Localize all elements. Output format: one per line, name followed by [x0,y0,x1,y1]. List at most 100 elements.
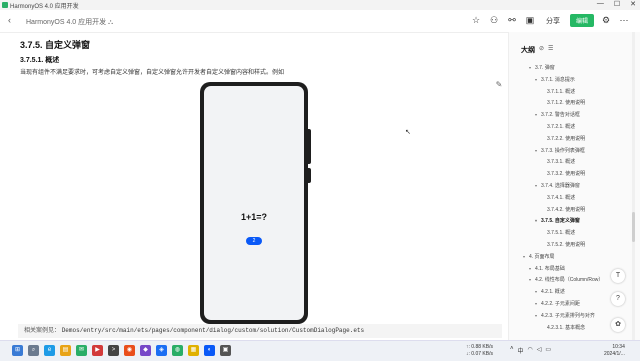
outline-item[interactable]: 3.7.4.1. 概述 [541,194,575,201]
scrollbar[interactable] [632,32,635,350]
outline-item-label: 4.2.3. 子元素排列与对齐 [541,312,595,319]
scrollbar-thumb[interactable] [632,212,635,242]
app-icon [2,2,8,8]
document-title[interactable]: HarmonyOS 4.0 应用开发 ⛬ [26,17,113,27]
dialog-answer-button: 2 [246,237,262,245]
user-icon[interactable]: ⚇ [488,15,500,27]
outline-item-label: 3.7.2.2. 使用说明 [547,135,586,142]
code-reference-path: Demos/entry/src/main/ets/pages/component… [61,327,365,334]
chrome-icon[interactable]: ◉ [124,345,135,356]
outline-item[interactable]: ▾ 4.1. 布局基础 [529,265,565,272]
volume-icon[interactable]: ◁ [537,346,542,355]
phone-side-button [308,168,311,183]
outline-item[interactable]: ▾ 3.7.1. 消息提示 [535,76,575,83]
app-icon[interactable]: ▣ [220,345,231,356]
outline-item[interactable]: 3.7.3.2. 使用说明 [541,170,585,177]
outline-item[interactable]: ▾ 4.2.2. 子元素间距 [535,300,580,307]
system-tray: ˄ 中 ◠ ◁ ▭ [510,346,551,355]
upload-speed: ↑: 0.88 KB/s [466,344,493,350]
outline-item[interactable]: ▾ 3.7.3. 操作列表弹框 [535,147,585,154]
document-content: 3.7.5. 自定义弹窗 3.7.5.1. 概述 当现有组件不满足要求时，可考虑… [0,32,508,350]
outline-item[interactable]: 3.7.2.2. 使用说明 [541,135,585,142]
outline-item[interactable]: 4.2.3.1. 基本概念 [541,324,585,331]
search-icon[interactable]: ⌕ [28,345,39,356]
star-icon[interactable]: ☆ [470,15,482,27]
outline-item-label: 3.7.5.2. 使用说明 [547,242,586,248]
outline-item-label: 3.7.4.1. 概述 [547,194,576,201]
template-icon[interactable]: ▣ [524,15,536,27]
outline-item[interactable]: ▾ 3.7.5. 自定义弹窗 [535,217,580,224]
outline-item[interactable]: 3.7.5.2. 使用说明 [541,241,585,248]
outline-item[interactable]: 3.7.1.1. 概述 [541,88,575,95]
maximize-button[interactable]: ☐ [614,0,620,8]
windows-start-icon[interactable]: ⊞ [12,345,23,356]
outline-item-label: 4.1. 布局基础 [535,265,565,272]
share-button[interactable]: 分享 [542,16,564,26]
taskbar-apps: ⊞ ⌕ e ▤ ✉ ▶ > ◉ ◆ ◈ ◍ ▦ ◐ ▣ [12,345,231,356]
phone-mockup-image: 1+1=? 2 [200,82,308,324]
outline-item[interactable]: ▾ 3.7.4. 选择器弹窗 [535,182,580,189]
wifi-icon[interactable]: ◠ [528,346,533,355]
outline-item-label: 4. 页面布局 [529,253,555,260]
back-arrow-icon[interactable]: ‹ [8,15,11,25]
outline-item-label: 3.7.3.2. 使用说明 [547,171,586,178]
phone-screen: 1+1=? 2 [204,86,304,320]
app-icon[interactable]: ◈ [156,345,167,356]
outline-item[interactable]: ▾ 4. 页面布局 [523,253,555,260]
download-speed: ↓: 0.07 KB/s [466,351,493,357]
file-explorer-icon[interactable]: ▤ [60,345,71,356]
outline-item[interactable]: 3.7.5.1. 概述 [541,229,575,236]
notes-icon[interactable]: ▦ [188,345,199,356]
app-icon[interactable]: ◐ [204,345,215,356]
ide-icon[interactable]: ◆ [140,345,151,356]
outline-item[interactable]: ▾ 3.7. 弹窗 [529,64,555,71]
assistant-icon[interactable]: ✿ [611,318,625,332]
window-controls: — ☐ ✕ [597,0,636,8]
phone-side-button [308,129,311,164]
edit-button[interactable]: 编辑 [569,14,594,27]
taskbar: ⊞ ⌕ e ▤ ✉ ▶ > ◉ ◆ ◈ ◍ ▦ ◐ ▣ ↑: 0.88 KB/s… [0,340,640,361]
chevron-up-icon[interactable]: ˄ [510,346,514,355]
close-button[interactable]: ✕ [630,0,636,8]
code-reference: 相关案例见： Demos/entry/src/main/ets/pages/co… [18,324,502,338]
app-icon[interactable]: ◍ [172,345,183,356]
hide-icon[interactable]: ⊘ [539,45,544,52]
outline-item-label: 3.7.1. 消息提示 [541,76,575,83]
more-icon[interactable]: ⋯ [618,15,630,27]
clock-time: 10:34 [612,344,625,350]
minimize-button[interactable]: — [597,0,604,8]
terminal-icon[interactable]: > [108,345,119,356]
list-icon[interactable]: ☰ [548,45,553,52]
outline-item-label: 3.7.4.2. 使用说明 [547,206,586,213]
edge-browser-icon[interactable]: e [44,345,55,356]
translate-icon[interactable]: T [611,269,625,283]
wechat-icon[interactable]: ✉ [76,345,87,356]
outline-item-label: 3.7. 弹窗 [535,65,555,71]
mouse-cursor-icon: ↖ [405,129,411,136]
help-icon[interactable]: ? [611,292,625,306]
outline-item[interactable]: 3.7.2.1. 概述 [541,123,575,130]
outline-item[interactable]: 3.7.3.1. 概述 [541,158,575,165]
ime-indicator[interactable]: 中 [518,346,524,355]
outline-item-label: 3.7.2.1. 概述 [547,124,576,130]
outline-item[interactable]: ▾ 4.2. 线性布局（Column/Row） [529,276,603,283]
battery-icon[interactable]: ▭ [545,346,551,355]
outline-item[interactable]: 3.7.4.2. 使用说明 [541,206,585,213]
outline-item-label: 3.7.5.1. 概述 [547,230,576,237]
outline-item[interactable]: ▾ 4.2.3. 子元素排列与对齐 [535,312,595,319]
settings-icon[interactable]: ⚙ [600,15,612,27]
app-icon[interactable]: ▶ [92,345,103,356]
outline-item[interactable]: 3.7.1.2. 使用说明 [541,99,585,106]
outline-item[interactable]: ▾ 4.2.1. 概述 [535,288,565,295]
outline-item-label: 3.7.3. 操作列表弹框 [541,147,585,154]
app-title: HarmonyOS 4.0 应用开发 [10,4,79,10]
paragraph-text: 当现有组件不满足要求时，可考虑自定义弹窗，自定义弹窗允许开发者自定义弹窗内容和样… [20,70,285,76]
comment-icon[interactable]: ✎ [493,80,505,92]
outline-item-label: 3.7.1.1. 概述 [547,88,576,95]
outline-item-label: 4.2.1. 概述 [541,289,565,296]
outline-item[interactable]: ▾ 3.7.2. 警告对话框 [535,111,580,118]
outline-item-label: 4.2.2. 子元素间距 [541,301,580,307]
outline-item-label: 3.7.3.1. 概述 [547,159,576,166]
system-clock[interactable]: 10:34 2024/1/... [604,344,625,358]
collaborate-icon[interactable]: ⚯ [506,15,518,27]
